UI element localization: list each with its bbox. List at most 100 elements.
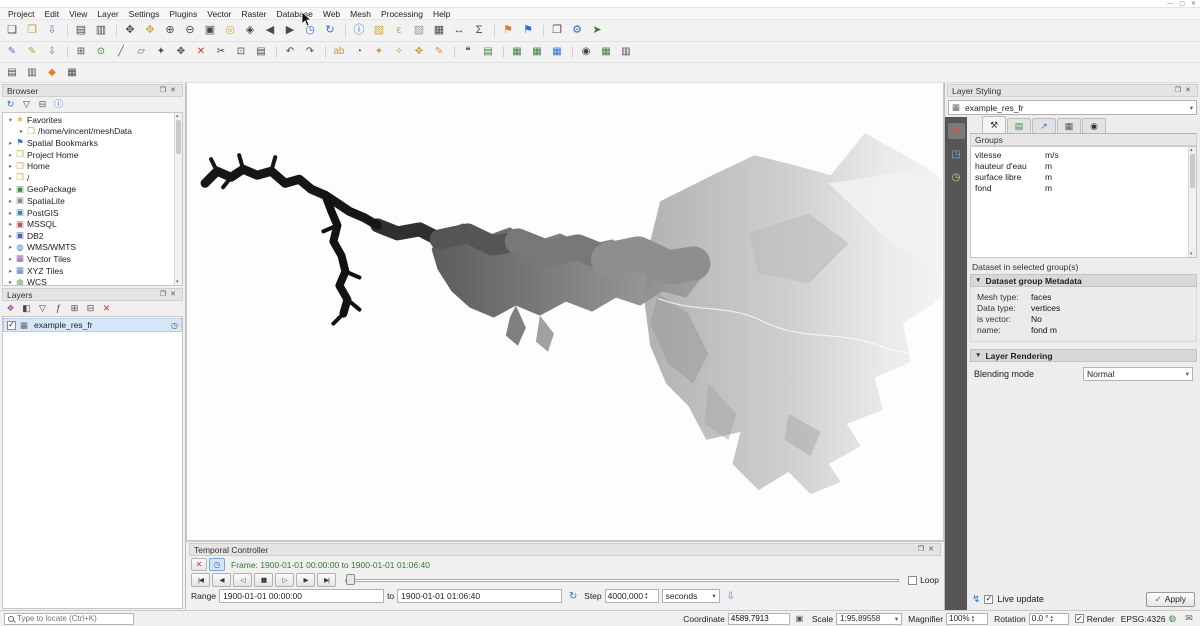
browser-refresh-button[interactable]: ↻ — [3, 98, 18, 111]
expander-icon[interactable]: ▸ — [6, 151, 15, 159]
save-project-button[interactable]: ⇩ — [42, 22, 62, 40]
step-back-button[interactable]: ◀ — [212, 573, 231, 587]
step-unit-combo[interactable]: seconds — [662, 589, 720, 603]
menu-database[interactable]: Database — [271, 9, 317, 19]
browser-item-mssql[interactable]: ▸ ▣ MSSQL — [3, 218, 182, 230]
crs-status-button[interactable]: EPSG:4326 ◍ — [1121, 613, 1176, 624]
expander-icon[interactable]: ▸ — [6, 209, 15, 217]
styling-float-icon[interactable]: ❐ — [1173, 87, 1183, 94]
browser-item-wms-wmts[interactable]: ▸ ◍ WMS/WMTS — [3, 242, 182, 254]
menu-view[interactable]: View — [64, 9, 92, 19]
expander-icon[interactable]: ▸ — [6, 255, 15, 263]
grid-toolbar-button[interactable]: ▦ — [596, 43, 616, 61]
save-layer-edits-button[interactable]: ⇩ — [42, 43, 62, 61]
temporal-controller-button[interactable]: ◷ — [300, 22, 320, 40]
spin-arrows-icon[interactable] — [1050, 615, 1053, 623]
play-forward-button[interactable]: ▷ — [275, 573, 294, 587]
filter-by-expression-button[interactable]: ƒ — [51, 302, 66, 315]
layout-manager-button[interactable]: ▥ — [91, 22, 111, 40]
metasearch-button[interactable]: ◆ — [42, 64, 62, 82]
extent-icon[interactable]: ▣ — [793, 613, 806, 625]
processing-toolbox-button[interactable]: ⚙ — [567, 22, 587, 40]
add-record-button[interactable]: ⊞ — [71, 43, 91, 61]
dataset-group-row[interactable]: vitesse m/s — [971, 149, 1196, 160]
skip-to-end-button[interactable]: ▶| — [317, 573, 336, 587]
expander-icon[interactable]: ▸ — [6, 185, 15, 193]
remove-layer-button[interactable]: ✕ — [99, 302, 114, 315]
browser-item-favorites[interactable]: ▾ ★ Favorites — [3, 114, 182, 126]
current-edits-button[interactable]: ✎ — [2, 43, 22, 61]
delete-selected-button[interactable]: ✕ — [191, 43, 211, 61]
browser-item-db2[interactable]: ▸ ▣ DB2 — [3, 230, 182, 242]
browser-item-spatialite[interactable]: ▸ ▣ SpatiaLite — [3, 195, 182, 207]
browser-item-wcs[interactable]: ▸ ◍ WCS — [3, 276, 182, 286]
layers-close-icon[interactable]: ✕ — [168, 291, 178, 298]
step-spinbox[interactable]: 4000,000 — [605, 589, 659, 603]
step-forward-button[interactable]: ▶ — [296, 573, 315, 587]
open-layer-styling-button[interactable]: ❖ — [3, 302, 18, 315]
expander-icon[interactable]: ▸ — [6, 278, 15, 286]
new-print-layout-button[interactable]: ▤ — [71, 22, 91, 40]
move-feature-button[interactable]: ✥ — [171, 43, 191, 61]
menu-project[interactable]: Project — [3, 9, 39, 19]
zoom-in-button[interactable]: ⊕ — [160, 22, 180, 40]
rotation-spinbox[interactable]: 0.0 ° — [1029, 613, 1069, 625]
layer-rendering-header[interactable]: ▼ Layer Rendering — [970, 349, 1197, 362]
pause-button[interactable]: ▮▮ — [254, 573, 273, 587]
mesh-settings-tab[interactable]: ⚒ — [982, 116, 1006, 133]
move-label-button[interactable]: ✥ — [409, 43, 429, 61]
open-project-button[interactable]: ❒ — [22, 22, 42, 40]
undo-button[interactable]: ↶ — [280, 43, 300, 61]
new-map-view-button[interactable]: ❐ — [547, 22, 567, 40]
symbology-tab[interactable]: ❖ — [948, 123, 965, 139]
expander-icon[interactable]: ▸ — [6, 220, 15, 228]
add-line-feature-button[interactable]: ╱ — [111, 43, 131, 61]
expander-icon[interactable]: ▸ — [6, 162, 15, 170]
live-update-checkbox[interactable] — [984, 595, 993, 604]
time-slider[interactable] — [345, 573, 899, 587]
menu-layer[interactable]: Layer — [92, 9, 123, 19]
attributes-toolbar-button[interactable]: ▥ — [616, 43, 636, 61]
highlight-labels-button[interactable]: ✧ — [389, 43, 409, 61]
python-console-button[interactable]: ➤ — [587, 22, 607, 40]
play-backward-button[interactable]: ◁ — [233, 573, 252, 587]
annotation-toolbar-button[interactable]: ▦ — [62, 64, 82, 82]
apply-button[interactable]: ✓ Apply — [1146, 592, 1195, 607]
history-tab[interactable]: ◷ — [948, 169, 965, 185]
coordinate-input[interactable] — [728, 613, 790, 625]
export-animation-button[interactable]: ⇩ — [723, 589, 739, 603]
time-slider-handle[interactable] — [346, 574, 355, 585]
dataset-group-row[interactable]: surface libre m — [971, 171, 1196, 182]
layer-labeling-button[interactable]: ab — [329, 43, 349, 61]
vertex-tool-button[interactable]: ✦ — [151, 43, 171, 61]
zoom-full-button[interactable]: ▣ — [200, 22, 220, 40]
expand-all-button[interactable]: ⊞ — [67, 302, 82, 315]
show-bookmarks-button[interactable]: ⚑ — [518, 22, 538, 40]
plugin-tool-2-button[interactable]: ▥ — [22, 64, 42, 82]
locate-input[interactable] — [17, 614, 130, 623]
skip-to-start-button[interactable]: |◀ — [191, 573, 210, 587]
filter-legend-button[interactable]: ▽ — [35, 302, 50, 315]
change-label-button[interactable]: ✎ — [429, 43, 449, 61]
render-checkbox[interactable] — [1075, 614, 1084, 623]
mesh-digitizing-button[interactable]: ▦ — [507, 43, 527, 61]
add-point-feature-button[interactable]: ⊙ — [91, 43, 111, 61]
browser-item-meshdata[interactable]: ▸ ❒ /home/vincent/meshData — [3, 126, 182, 138]
messages-button[interactable]: ✉ — [1182, 613, 1196, 625]
browser-item-vector-tiles[interactable]: ▸ ▦ Vector Tiles — [3, 253, 182, 265]
mesh-transform-button[interactable]: ▦ — [527, 43, 547, 61]
new-project-button[interactable]: ❏ — [2, 22, 22, 40]
refresh-range-button[interactable]: ↻ — [565, 589, 581, 603]
menu-raster[interactable]: Raster — [236, 9, 271, 19]
temporal-navigation-off-button[interactable]: ✕ — [191, 558, 207, 571]
vectors-tab[interactable]: ↗ — [1032, 118, 1056, 133]
measure-button[interactable]: ↔ — [449, 22, 469, 40]
view-3d-tab[interactable]: ◳ — [948, 146, 965, 162]
menu-web[interactable]: Web — [318, 9, 345, 19]
browser-item-geopackage[interactable]: ▸ ▣ GeoPackage — [3, 184, 182, 196]
browser-close-icon[interactable]: ✕ — [168, 87, 178, 94]
styling-layer-selector[interactable]: ▦ example_res_fr — [948, 100, 1197, 115]
pan-map-button[interactable]: ✥ — [120, 22, 140, 40]
menu-mesh[interactable]: Mesh — [345, 9, 376, 19]
browser-item-spatial-bookmarks[interactable]: ▸ ⚑ Spatial Bookmarks — [3, 137, 182, 149]
